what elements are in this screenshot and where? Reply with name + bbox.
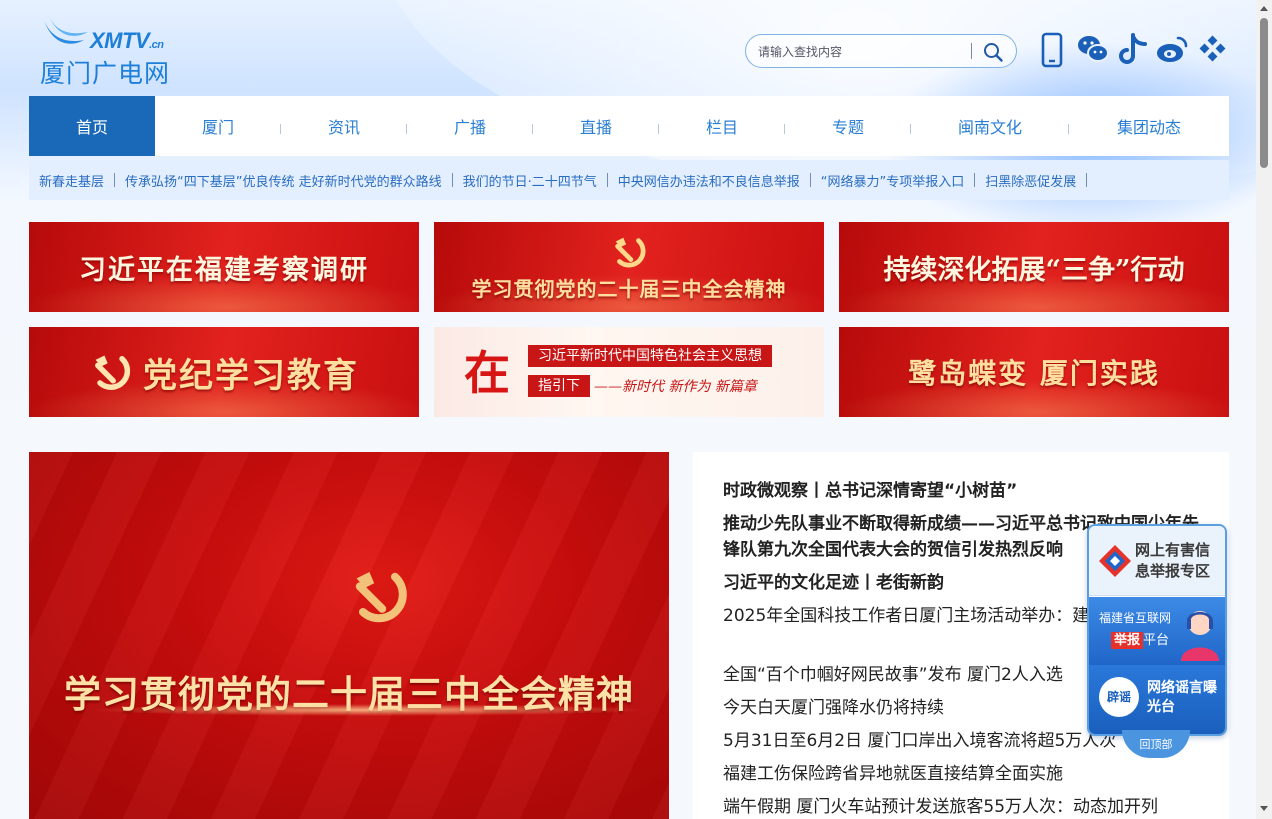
topic-link[interactable]: 中央网信办违法和不良信息举报: [618, 171, 800, 190]
search-button[interactable]: [982, 41, 1004, 63]
party-emblem-icon: [615, 237, 646, 267]
nav-item-topics[interactable]: 专题: [785, 96, 911, 156]
harmful-info-report-link[interactable]: 网上有害信息举报专区: [1089, 526, 1225, 596]
banner-party-discipline[interactable]: 党纪学习教育: [29, 327, 419, 417]
banner-fujian-inspection[interactable]: 习近平在福建考察调研: [29, 222, 419, 312]
search-divider: [971, 43, 972, 59]
report-widget: 网上有害信息举报专区 福建省互联网 举报 平台 辟谣 网络谣言曝光台: [1087, 524, 1227, 736]
scroll-down-arrow-icon[interactable]: [1260, 806, 1268, 811]
scroll-up-arrow-icon[interactable]: [1260, 6, 1268, 11]
topic-link[interactable]: 扫黑除恶促发展: [985, 171, 1076, 190]
douyin-link[interactable]: [1118, 32, 1148, 70]
rumor-magnifier-icon: 辟谣: [1099, 677, 1139, 717]
douyin-icon: [1119, 33, 1147, 64]
nav-item-minnan-culture[interactable]: 闽南文化: [911, 96, 1069, 156]
weibo-link[interactable]: [1155, 32, 1189, 70]
banner-new-era-thought[interactable]: 在 习近平新时代中国特色社会主义思想 指引下 ——新时代 新作为 新篇章: [434, 327, 824, 417]
logo-english: XMTV.cn: [90, 28, 164, 53]
weibo-icon: [1157, 36, 1188, 62]
customer-service-icon: [1181, 611, 1219, 661]
mobile-app-link[interactable]: [1041, 32, 1063, 70]
nav-item-programs[interactable]: 栏目: [659, 96, 785, 156]
topic-link[interactable]: 我们的节日·二十四节气: [463, 171, 597, 190]
wechat-icon: [1078, 36, 1109, 62]
rumor-exposure-link[interactable]: 辟谣 网络谣言曝光台: [1089, 665, 1225, 734]
nav-item-radio[interactable]: 广播: [407, 96, 533, 156]
nav-item-group-news[interactable]: 集团动态: [1069, 96, 1229, 156]
search-input[interactable]: [758, 42, 958, 62]
topic-links-bar: 新春走基层 传承弘扬“四下基层”优良传统 走好新时代党的群众路线 我们的节日·二…: [29, 160, 1229, 200]
app-grid-icon: [1199, 35, 1226, 62]
logo-chinese: 厦门广电网: [40, 59, 171, 88]
page-scrollbar[interactable]: [1256, 0, 1272, 819]
logo-wave-icon: [44, 18, 88, 44]
party-emblem-icon: [95, 355, 131, 390]
topic-link[interactable]: 传承弘扬“四下基层”优良传统 走好新时代党的群众路线: [125, 171, 442, 190]
site-header: XMTV.cn 厦门广电网: [0, 0, 1256, 96]
report-logo-icon: [1099, 545, 1131, 577]
topic-link[interactable]: 新春走基层: [39, 171, 104, 190]
scrollbar-thumb[interactable]: [1260, 18, 1268, 168]
search-box: [745, 34, 1017, 68]
search-icon: [984, 43, 1003, 62]
nav-item-news[interactable]: 资讯: [281, 96, 407, 156]
fujian-report-platform-link[interactable]: 福建省互联网 举报 平台: [1089, 597, 1225, 665]
banner-third-plenum[interactable]: 学习贯彻党的二十届三中全会精神: [434, 222, 824, 312]
app-grid-link[interactable]: [1196, 32, 1230, 70]
nav-item-home[interactable]: 首页: [29, 96, 155, 156]
banner-egret-island[interactable]: 鹭岛蝶变 厦门实践: [839, 327, 1229, 417]
site-logo[interactable]: XMTV.cn 厦门广电网: [40, 14, 180, 88]
mobile-icon: [1041, 32, 1063, 68]
hero-slide[interactable]: 学习贯彻党的二十届三中全会精神: [29, 452, 669, 819]
nav-item-xiamen[interactable]: 厦门: [155, 96, 281, 156]
nav-item-live[interactable]: 直播: [533, 96, 659, 156]
main-nav: 首页 厦门 资讯 广播 直播 栏目 专题 闽南文化 集团动态: [29, 96, 1229, 156]
list-item[interactable]: 端午假期 厦门火车站预计发送旅客55万人次：动态加开列: [723, 794, 1199, 819]
wechat-link[interactable]: [1076, 32, 1110, 70]
topic-link[interactable]: “网络暴力”专项举报入口: [821, 171, 964, 190]
list-item[interactable]: 福建工伤保险跨省异地就医直接结算全面实施: [723, 761, 1199, 787]
banner-three-contests[interactable]: 持续深化拓展“三争”行动: [839, 222, 1229, 312]
party-emblem-icon: [355, 572, 407, 623]
list-item[interactable]: 时政微观察丨总书记深情寄望“小树苗”: [723, 478, 1199, 504]
